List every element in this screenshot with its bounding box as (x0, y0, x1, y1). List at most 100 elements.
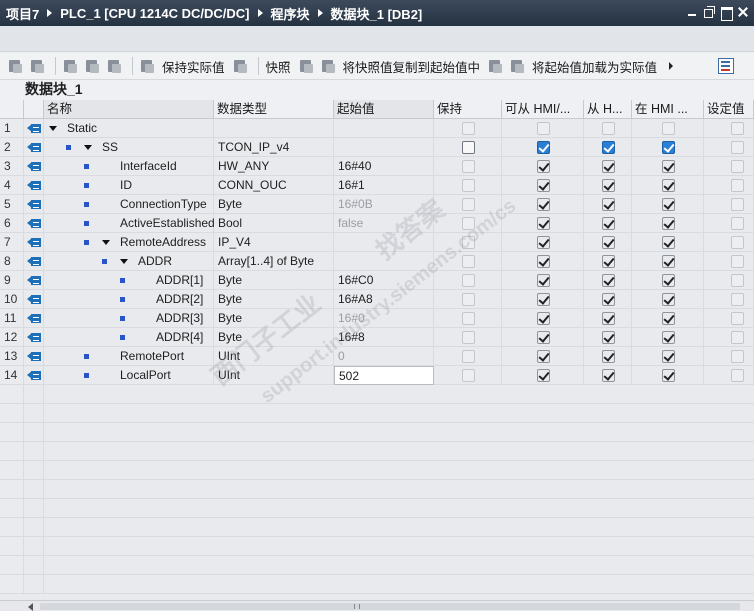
hmi-visible-checkbox[interactable] (662, 160, 675, 173)
hmi-visible-checkbox[interactable] (662, 331, 675, 344)
table-row[interactable]: 9 Byte 16#C0 ADDR[1] (0, 271, 754, 290)
start-value-cell[interactable]: 0 (334, 347, 434, 366)
start-value-cell[interactable]: 16#0 (334, 309, 434, 328)
header-name[interactable]: 名称 (44, 100, 214, 119)
breadcrumb-project[interactable]: 项目7 (6, 4, 39, 23)
table-row[interactable]: 2 TCON_IP_v4 SS (0, 138, 754, 157)
setpoint-checkbox[interactable] (731, 255, 744, 268)
hmi-visible-checkbox[interactable] (662, 255, 675, 268)
hmi-visible-checkbox[interactable] (662, 217, 675, 230)
insert-row-icon[interactable] (6, 57, 24, 75)
data-type-cell[interactable]: TCON_IP_v4 (214, 138, 334, 157)
data-type-cell[interactable]: UInt (214, 347, 334, 366)
start-value-cell[interactable]: 16#A8 (334, 290, 434, 309)
variable-name[interactable]: ActiveEstablished (120, 214, 215, 233)
data-type-cell[interactable]: HW_ANY (214, 157, 334, 176)
hmi-visible-checkbox[interactable] (662, 293, 675, 306)
hmi-visible-checkbox[interactable] (662, 198, 675, 211)
variable-name[interactable]: ADDR[1] (156, 271, 203, 290)
setpoint-checkbox[interactable] (731, 122, 744, 135)
hmi-writeable-checkbox[interactable] (602, 350, 615, 363)
setpoint-checkbox[interactable] (731, 217, 744, 230)
table-row[interactable]: 10 Byte 16#A8 ADDR[2] (0, 290, 754, 309)
data-type-cell[interactable]: Byte (214, 290, 334, 309)
load-start-icon[interactable] (508, 57, 526, 75)
variable-name[interactable]: RemotePort (120, 347, 184, 366)
hmi-writeable-checkbox[interactable] (602, 369, 615, 382)
variable-name[interactable]: ID (120, 176, 132, 195)
hmi-accessible-checkbox[interactable] (537, 217, 550, 230)
setpoint-checkbox[interactable] (731, 369, 744, 382)
keep-actual-values-button[interactable]: 保持实际值 (162, 57, 225, 76)
setpoint-checkbox[interactable] (731, 236, 744, 249)
start-value-cell[interactable] (334, 138, 434, 157)
retain-checkbox[interactable] (462, 160, 475, 173)
hmi-accessible-checkbox[interactable] (537, 255, 550, 268)
variable-name[interactable]: LocalPort (120, 366, 171, 385)
hmi-visible-checkbox[interactable] (662, 274, 675, 287)
start-value-cell[interactable]: 16#8 (334, 328, 434, 347)
variable-name[interactable]: ConnectionType (120, 195, 207, 214)
retain-checkbox[interactable] (462, 236, 475, 249)
retain-checkbox[interactable] (462, 331, 475, 344)
retain-checkbox[interactable] (462, 350, 475, 363)
table-row[interactable]: 4 CONN_OUC 16#1 ID (0, 176, 754, 195)
variable-name[interactable]: Static (67, 119, 97, 138)
table-row[interactable]: 5 Byte 16#0B ConnectionType (0, 195, 754, 214)
variable-name[interactable]: ADDR (138, 252, 172, 271)
start-value-cell[interactable]: 502 (334, 366, 434, 385)
header-start-value[interactable]: 起始值 (334, 100, 434, 119)
setpoint-checkbox[interactable] (731, 312, 744, 325)
hmi-accessible-checkbox[interactable] (537, 274, 550, 287)
header-data-type[interactable]: 数据类型 (214, 100, 334, 119)
variable-name[interactable]: ADDR[2] (156, 290, 203, 309)
setpoint-checkbox[interactable] (731, 198, 744, 211)
hmi-accessible-checkbox[interactable] (537, 122, 550, 135)
hmi-writeable-checkbox[interactable] (602, 274, 615, 287)
retain-checkbox[interactable] (462, 217, 475, 230)
table-row[interactable]: 1 Static (0, 119, 754, 138)
hmi-visible-checkbox[interactable] (662, 179, 675, 192)
horizontal-scrollbar[interactable] (0, 600, 754, 611)
snapshot-copy-icon[interactable] (297, 57, 315, 75)
retain-checkbox[interactable] (462, 179, 475, 192)
breadcrumb-plc[interactable]: PLC_1 [CPU 1214C DC/DC/DC] (60, 6, 249, 21)
edit-icon[interactable] (83, 57, 101, 75)
setpoint-checkbox[interactable] (731, 141, 744, 154)
hmi-writeable-checkbox[interactable] (602, 198, 615, 211)
data-type-cell[interactable]: UInt (214, 366, 334, 385)
hmi-accessible-checkbox[interactable] (537, 179, 550, 192)
start-value-cell[interactable]: 16#1 (334, 176, 434, 195)
retain-checkbox[interactable] (462, 274, 475, 287)
data-type-cell[interactable] (214, 119, 334, 138)
maximize-icon[interactable] (719, 5, 733, 21)
list-view-icon[interactable] (105, 57, 123, 75)
database-icon[interactable] (231, 57, 249, 75)
variable-name[interactable]: SS (102, 138, 118, 157)
start-value-cell[interactable]: 16#40 (334, 157, 434, 176)
data-type-cell[interactable]: Array[1..4] of Byte (214, 252, 334, 271)
table-row[interactable]: 8 Array[1..4] of Byte ADDR (0, 252, 754, 271)
copy-snapshot-to-start-button[interactable]: 将快照值复制到起始值中 (343, 57, 481, 76)
data-type-cell[interactable]: Byte (214, 195, 334, 214)
hmi-accessible-checkbox[interactable] (537, 141, 550, 154)
minimize-icon[interactable] (685, 5, 699, 19)
hmi-visible-checkbox[interactable] (662, 369, 675, 382)
variable-name[interactable]: InterfaceId (120, 157, 177, 176)
expand-triangle-icon[interactable] (49, 126, 57, 131)
data-type-cell[interactable]: IP_V4 (214, 233, 334, 252)
hmi-accessible-checkbox[interactable] (537, 331, 550, 344)
table-row[interactable]: 13 UInt 0 RemotePort (0, 347, 754, 366)
load-values-icon[interactable] (486, 57, 504, 75)
add-row-icon[interactable] (28, 57, 46, 75)
restore-icon[interactable] (702, 5, 716, 19)
retain-checkbox[interactable] (462, 312, 475, 325)
table-row[interactable]: 7 IP_V4 RemoteAddress (0, 233, 754, 252)
retain-checkbox[interactable] (462, 293, 475, 306)
retain-checkbox[interactable] (462, 369, 475, 382)
start-value-cell[interactable]: 16#0B (334, 195, 434, 214)
close-icon[interactable] (736, 5, 750, 19)
setpoint-checkbox[interactable] (731, 293, 744, 306)
data-type-cell[interactable]: Byte (214, 309, 334, 328)
breadcrumb-data-block[interactable]: 数据块_1 [DB2] (331, 4, 423, 23)
